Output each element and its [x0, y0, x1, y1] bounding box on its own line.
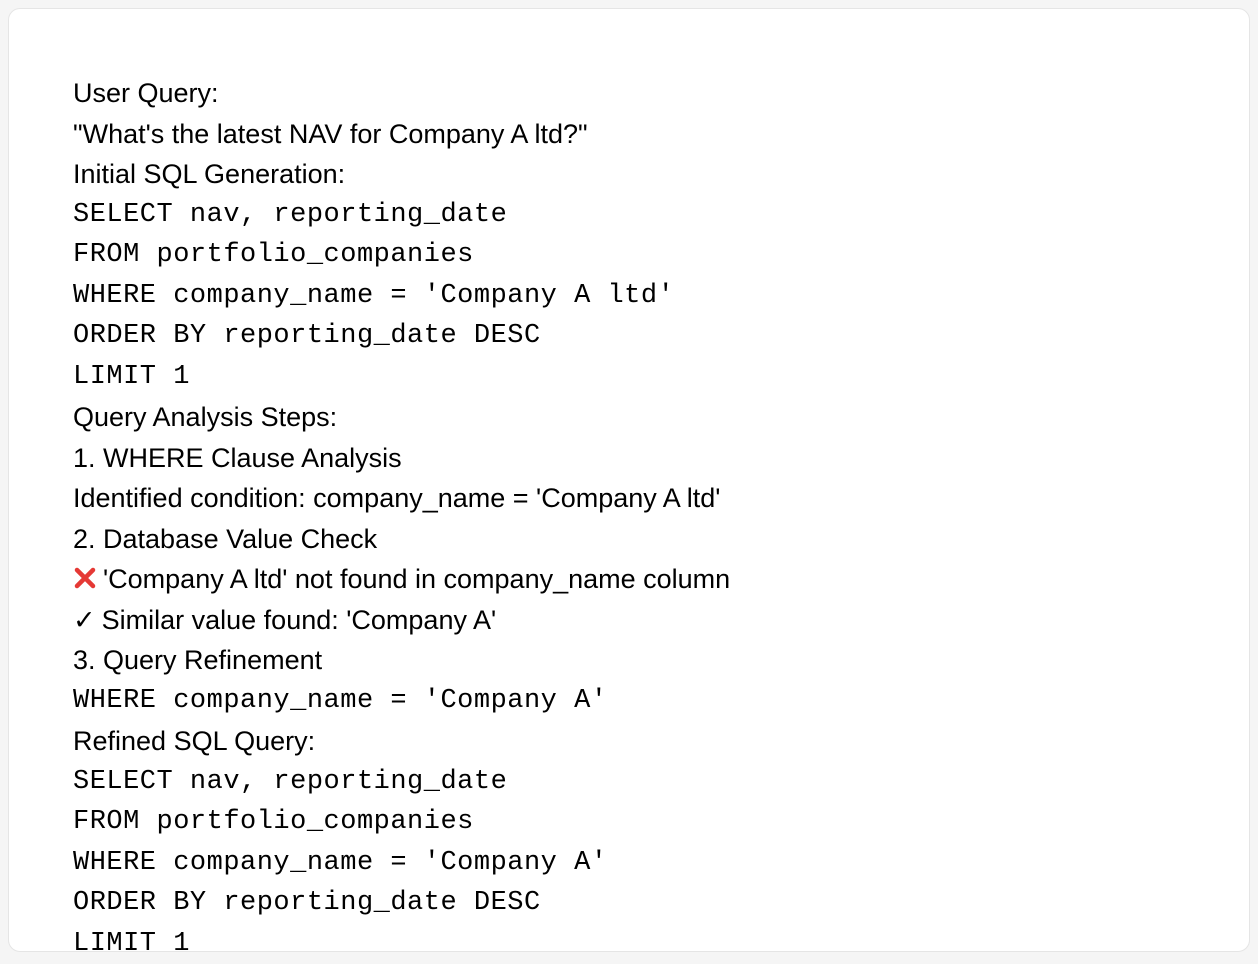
user-query-text: "What's the latest NAV for Company A ltd…	[73, 114, 1185, 155]
initial-sql-line: WHERE company_name = 'Company A ltd'	[73, 276, 1185, 317]
analysis-label: Query Analysis Steps:	[73, 397, 1185, 438]
document-card: User Query: "What's the latest NAV for C…	[8, 8, 1250, 952]
user-query-label: User Query:	[73, 73, 1185, 114]
initial-sql-line: SELECT nav, reporting_date	[73, 195, 1185, 236]
initial-sql-line: LIMIT 1	[73, 357, 1185, 398]
analysis-step2-title: 2. Database Value Check	[73, 519, 1185, 560]
x-icon	[73, 561, 97, 585]
refined-sql-line: LIMIT 1	[73, 924, 1185, 964]
initial-sql-line: ORDER BY reporting_date DESC	[73, 316, 1185, 357]
analysis-step3-title: 3. Query Refinement	[73, 640, 1185, 681]
refined-sql-line: ORDER BY reporting_date DESC	[73, 883, 1185, 924]
analysis-step2-found-line: ✓Similar value found: 'Company A'	[73, 600, 1185, 641]
analysis-step2-found: Similar value found: 'Company A'	[102, 605, 497, 635]
analysis-step1-title: 1. WHERE Clause Analysis	[73, 438, 1185, 479]
refined-sql-label: Refined SQL Query:	[73, 721, 1185, 762]
document-content: User Query: "What's the latest NAV for C…	[73, 73, 1185, 964]
analysis-step1-detail: Identified condition: company_name = 'Co…	[73, 478, 1185, 519]
analysis-step3-code: WHERE company_name = 'Company A'	[73, 681, 1185, 722]
analysis-step2-notfound-line: 'Company A ltd' not found in company_nam…	[73, 559, 1185, 600]
refined-sql-line: SELECT nav, reporting_date	[73, 762, 1185, 803]
refined-sql-line: FROM portfolio_companies	[73, 802, 1185, 843]
refined-sql-line: WHERE company_name = 'Company A'	[73, 843, 1185, 884]
analysis-step2-notfound: 'Company A ltd' not found in company_nam…	[103, 564, 730, 594]
initial-sql-line: FROM portfolio_companies	[73, 235, 1185, 276]
initial-sql-label: Initial SQL Generation:	[73, 154, 1185, 195]
check-icon: ✓	[73, 600, 96, 641]
